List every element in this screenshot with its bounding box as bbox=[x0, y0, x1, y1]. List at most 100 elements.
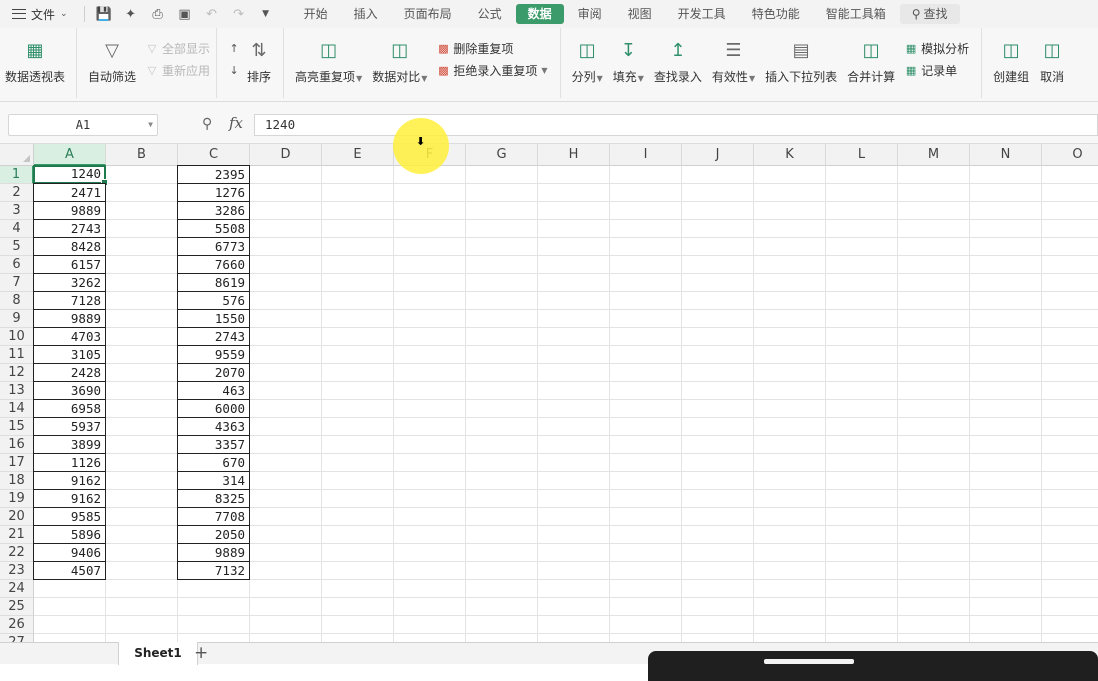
row-header-23[interactable]: 23 bbox=[0, 562, 34, 580]
cell-c14[interactable]: 6000 bbox=[177, 399, 250, 418]
cell-a12[interactable]: 2428 bbox=[33, 363, 106, 382]
tab-1[interactable]: 插入 bbox=[342, 4, 390, 24]
ungroup-button[interactable]: ◫ 取消 bbox=[1034, 36, 1070, 85]
customize-dropdown-icon[interactable]: ▼ bbox=[258, 6, 274, 22]
row-header-16[interactable]: 16 bbox=[0, 436, 34, 454]
cell-c1[interactable]: 2395 bbox=[177, 165, 250, 184]
row-header-10[interactable]: 10 bbox=[0, 328, 34, 346]
print-icon[interactable]: ⎙ bbox=[150, 6, 166, 22]
sort-descending-button[interactable]: ↓ bbox=[227, 62, 241, 78]
column-header-d[interactable]: D bbox=[250, 144, 322, 166]
sort-ascending-button[interactable]: ↑ bbox=[227, 40, 241, 56]
show-all-button[interactable]: ▽ 全部显示 bbox=[145, 40, 210, 56]
cell-a10[interactable]: 4703 bbox=[33, 327, 106, 346]
cell-a16[interactable]: 3899 bbox=[33, 435, 106, 454]
cell-a3[interactable]: 9889 bbox=[33, 201, 106, 220]
cell-c11[interactable]: 9559 bbox=[177, 345, 250, 364]
column-header-o[interactable]: O bbox=[1042, 144, 1098, 166]
cell-a20[interactable]: 9585 bbox=[33, 507, 106, 526]
remove-duplicates-button[interactable]: ▩ 删除重复项 bbox=[436, 40, 547, 56]
cell-a21[interactable]: 5896 bbox=[33, 525, 106, 544]
tab-9[interactable]: 智能工具箱 bbox=[814, 4, 898, 24]
cell-c20[interactable]: 7708 bbox=[177, 507, 250, 526]
row-header-2[interactable]: 2 bbox=[0, 184, 34, 202]
highlight-duplicates-button[interactable]: ◫ 高亮重复项▼ bbox=[290, 36, 367, 85]
cell-c22[interactable]: 9889 bbox=[177, 543, 250, 562]
row-header-21[interactable]: 21 bbox=[0, 526, 34, 544]
cell-a6[interactable]: 6157 bbox=[33, 255, 106, 274]
print-preview-icon[interactable]: ▣ bbox=[177, 6, 193, 22]
row-header-12[interactable]: 12 bbox=[0, 364, 34, 382]
tab-0[interactable]: 开始 bbox=[292, 4, 340, 24]
tab-3[interactable]: 公式 bbox=[466, 4, 514, 24]
row-header-11[interactable]: 11 bbox=[0, 346, 34, 364]
select-all-button[interactable] bbox=[0, 144, 34, 166]
cell-c21[interactable]: 2050 bbox=[177, 525, 250, 544]
cell-a11[interactable]: 3105 bbox=[33, 345, 106, 364]
cell-c17[interactable]: 670 bbox=[177, 453, 250, 472]
sheet-tab[interactable]: Sheet1 bbox=[118, 642, 198, 665]
row-header-27[interactable]: 27 bbox=[0, 634, 34, 642]
column-header-i[interactable]: I bbox=[610, 144, 682, 166]
record-sheet-button[interactable]: ▦ 记录单 bbox=[904, 62, 969, 78]
row-header-15[interactable]: 15 bbox=[0, 418, 34, 436]
row-header-9[interactable]: 9 bbox=[0, 310, 34, 328]
consolidate-button[interactable]: ◫ 合并计算 bbox=[842, 36, 900, 85]
tab-4[interactable]: 数据 bbox=[515, 4, 564, 24]
split-column-button[interactable]: ◫ 分列▼ bbox=[567, 36, 608, 85]
row-header-14[interactable]: 14 bbox=[0, 400, 34, 418]
format-painter-icon[interactable]: ✦ bbox=[123, 6, 139, 22]
column-header-n[interactable]: N bbox=[970, 144, 1042, 166]
row-header-3[interactable]: 3 bbox=[0, 202, 34, 220]
tab-6[interactable]: 视图 bbox=[616, 4, 664, 24]
cell-c18[interactable]: 314 bbox=[177, 471, 250, 490]
cell-c2[interactable]: 1276 bbox=[177, 183, 250, 202]
cell-c15[interactable]: 4363 bbox=[177, 417, 250, 436]
cell-c10[interactable]: 2743 bbox=[177, 327, 250, 346]
cell-a7[interactable]: 3262 bbox=[33, 273, 106, 292]
cell-a18[interactable]: 9162 bbox=[33, 471, 106, 490]
cell-a23[interactable]: 4507 bbox=[33, 561, 106, 580]
column-header-l[interactable]: L bbox=[826, 144, 898, 166]
cell-a9[interactable]: 9889 bbox=[33, 309, 106, 328]
cell-a19[interactable]: 9162 bbox=[33, 489, 106, 508]
column-header-j[interactable]: J bbox=[682, 144, 754, 166]
row-header-19[interactable]: 19 bbox=[0, 490, 34, 508]
undo-icon[interactable]: ↶ bbox=[204, 6, 220, 22]
tab-2[interactable]: 页面布局 bbox=[392, 4, 464, 24]
cell-a15[interactable]: 5937 bbox=[33, 417, 106, 436]
formula-input[interactable]: 1240 bbox=[254, 114, 1098, 136]
redo-icon[interactable]: ↷ bbox=[231, 6, 247, 22]
column-header-c[interactable]: C bbox=[178, 144, 250, 166]
cell-a4[interactable]: 2743 bbox=[33, 219, 106, 238]
row-header-22[interactable]: 22 bbox=[0, 544, 34, 562]
reapply-button[interactable]: ▽ 重新应用 bbox=[145, 62, 210, 78]
cell-c12[interactable]: 2070 bbox=[177, 363, 250, 382]
create-group-button[interactable]: ◫ 创建组 bbox=[988, 36, 1034, 85]
search-button[interactable]: ⚲ 查找 bbox=[899, 4, 960, 24]
tab-8[interactable]: 特色功能 bbox=[740, 4, 812, 24]
cell-c23[interactable]: 7132 bbox=[177, 561, 250, 580]
row-header-25[interactable]: 25 bbox=[0, 598, 34, 616]
column-header-g[interactable]: G bbox=[466, 144, 538, 166]
cell-a13[interactable]: 3690 bbox=[33, 381, 106, 400]
column-header-b[interactable]: B bbox=[106, 144, 178, 166]
cell-c6[interactable]: 7660 bbox=[177, 255, 250, 274]
zoom-icon[interactable]: ⚲ bbox=[202, 116, 212, 132]
cell-c3[interactable]: 3286 bbox=[177, 201, 250, 220]
save-icon[interactable]: 💾 bbox=[95, 6, 111, 22]
data-compare-button[interactable]: ◫ 数据对比▼ bbox=[367, 36, 432, 85]
row-header-13[interactable]: 13 bbox=[0, 382, 34, 400]
lookup-entry-button[interactable]: ↥ 查找录入 bbox=[649, 36, 707, 85]
column-header-e[interactable]: E bbox=[322, 144, 394, 166]
file-menu-button[interactable]: 文件 ⌄ bbox=[0, 0, 76, 28]
cell-a22[interactable]: 9406 bbox=[33, 543, 106, 562]
reject-duplicates-button[interactable]: ▩ 拒绝录入重复项 ▼ bbox=[436, 62, 547, 78]
cell-c19[interactable]: 8325 bbox=[177, 489, 250, 508]
cell-c13[interactable]: 463 bbox=[177, 381, 250, 400]
cell-c9[interactable]: 1550 bbox=[177, 309, 250, 328]
insert-function-button[interactable]: fx bbox=[229, 114, 243, 132]
row-header-8[interactable]: 8 bbox=[0, 292, 34, 310]
column-header-a[interactable]: A bbox=[34, 144, 106, 166]
row-header-20[interactable]: 20 bbox=[0, 508, 34, 526]
